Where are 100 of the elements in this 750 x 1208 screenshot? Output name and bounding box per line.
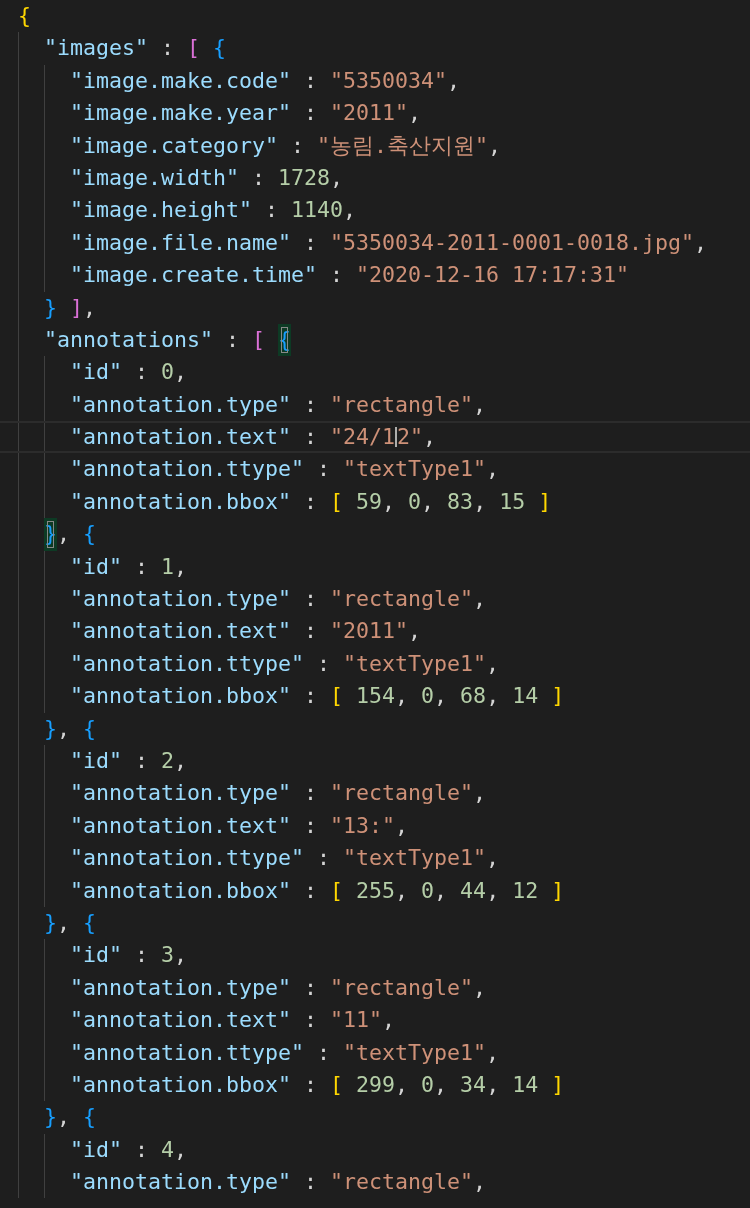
- bracket: }: [44, 908, 57, 937]
- punctuation: :: [134, 1135, 150, 1164]
- punctuation: ,: [57, 714, 72, 743]
- punctuation: ,: [382, 1006, 396, 1035]
- string-value: "24/1: [330, 423, 396, 452]
- punctuation: ,: [57, 908, 72, 937]
- json-key: "image.file.name": [70, 226, 291, 260]
- punctuation: ,: [57, 1103, 72, 1132]
- punctuation: ,: [330, 163, 344, 192]
- number-value: 0: [421, 1070, 435, 1099]
- punctuation: ,: [174, 552, 188, 581]
- number-value: 299: [356, 1070, 396, 1099]
- number-value: 1728: [278, 163, 331, 192]
- json-key: "annotation.type": [70, 583, 291, 616]
- punctuation: ,: [434, 682, 449, 711]
- punctuation: ,: [473, 779, 487, 808]
- json-key: "image.category": [70, 129, 278, 162]
- punctuation: ,: [423, 423, 437, 452]
- json-key: "images": [44, 32, 148, 65]
- string-value: "2020-12-16 17:17:31": [356, 261, 630, 290]
- punctuation: ,: [488, 131, 502, 160]
- punctuation: ,: [473, 1168, 487, 1197]
- number-value: 0: [421, 682, 435, 711]
- json-key: "annotation.bbox": [70, 485, 291, 519]
- json-key: "annotation.type": [70, 388, 291, 422]
- json-key: "annotation.ttype": [70, 453, 304, 486]
- punctuation: ,: [473, 390, 487, 419]
- punctuation: ,: [382, 487, 397, 516]
- punctuation: ,: [174, 941, 188, 970]
- bracket: ]: [550, 1070, 565, 1099]
- punctuation: :: [316, 844, 332, 873]
- json-key: "annotation.ttype": [70, 647, 304, 681]
- string-value: "rectangle": [330, 390, 474, 419]
- punctuation: ,: [434, 876, 449, 905]
- punctuation: ,: [486, 649, 500, 678]
- string-value: 2": [397, 423, 424, 452]
- punctuation: ,: [473, 585, 487, 614]
- json-key: "annotation.ttype": [70, 1036, 304, 1069]
- punctuation: :: [303, 390, 319, 419]
- number-value: 1: [161, 552, 175, 581]
- bracket: ]: [550, 876, 565, 905]
- bracket: ]: [70, 293, 84, 322]
- string-value: "rectangle": [330, 779, 474, 808]
- punctuation: :: [303, 585, 319, 614]
- punctuation: :: [303, 1070, 319, 1099]
- json-key: "id": [70, 550, 122, 584]
- number-value: 154: [356, 682, 396, 711]
- punctuation: :: [134, 358, 150, 387]
- punctuation: :: [303, 876, 319, 905]
- punctuation: ,: [421, 487, 436, 516]
- string-value: "textType1": [343, 1038, 487, 1067]
- number-value: 1140: [291, 196, 344, 225]
- punctuation: :: [134, 747, 150, 775]
- punctuation: :: [303, 1006, 319, 1035]
- punctuation: :: [290, 131, 306, 160]
- json-key: "annotation.text": [70, 423, 291, 452]
- string-value: "rectangle": [330, 585, 474, 614]
- bracket: }: [44, 714, 57, 743]
- string-value: "rectangle": [330, 1168, 474, 1197]
- json-key: "image.create.time": [70, 259, 317, 292]
- number-value: 0: [408, 487, 422, 516]
- punctuation: ,: [486, 876, 501, 905]
- punctuation: :: [303, 423, 319, 452]
- punctuation: ,: [486, 682, 501, 711]
- punctuation: :: [134, 941, 150, 970]
- bracket: }: [44, 293, 58, 322]
- punctuation: ,: [174, 1135, 188, 1164]
- json-key: "image.width": [70, 161, 239, 195]
- punctuation: ,: [486, 455, 500, 484]
- number-value: 59: [356, 487, 383, 516]
- bracket: }: [44, 1103, 57, 1132]
- punctuation: :: [303, 66, 319, 95]
- json-key: "annotation.type": [70, 777, 291, 810]
- punctuation: ,: [395, 682, 410, 711]
- json-key: "image.height": [70, 194, 252, 227]
- json-key: "annotation.text": [70, 1004, 291, 1037]
- punctuation: :: [251, 163, 267, 192]
- string-value: "textType1": [343, 455, 487, 484]
- text-cursor: [395, 427, 398, 448]
- bracket: {: [18, 2, 31, 30]
- punctuation: ,: [408, 99, 422, 128]
- bracket: {: [83, 520, 97, 549]
- json-key: "annotations": [44, 323, 213, 357]
- bracket: {: [83, 1103, 97, 1132]
- punctuation: ,: [395, 811, 409, 840]
- json-key: "id": [70, 1133, 122, 1167]
- number-value: 44: [460, 876, 487, 905]
- punctuation: :: [303, 99, 319, 128]
- json-key: "image.make.year": [70, 97, 291, 130]
- number-value: 2: [161, 747, 175, 775]
- number-value: 255: [356, 876, 396, 905]
- number-value: 15: [499, 487, 526, 516]
- number-value: 34: [460, 1070, 487, 1099]
- punctuation: ,: [486, 844, 500, 873]
- json-key: "annotation.bbox": [70, 874, 291, 907]
- punctuation: :: [303, 1168, 319, 1197]
- json-key: "id": [70, 356, 122, 389]
- number-value: 68: [460, 682, 487, 711]
- punctuation: :: [303, 779, 319, 808]
- string-value: "textType1": [343, 844, 487, 873]
